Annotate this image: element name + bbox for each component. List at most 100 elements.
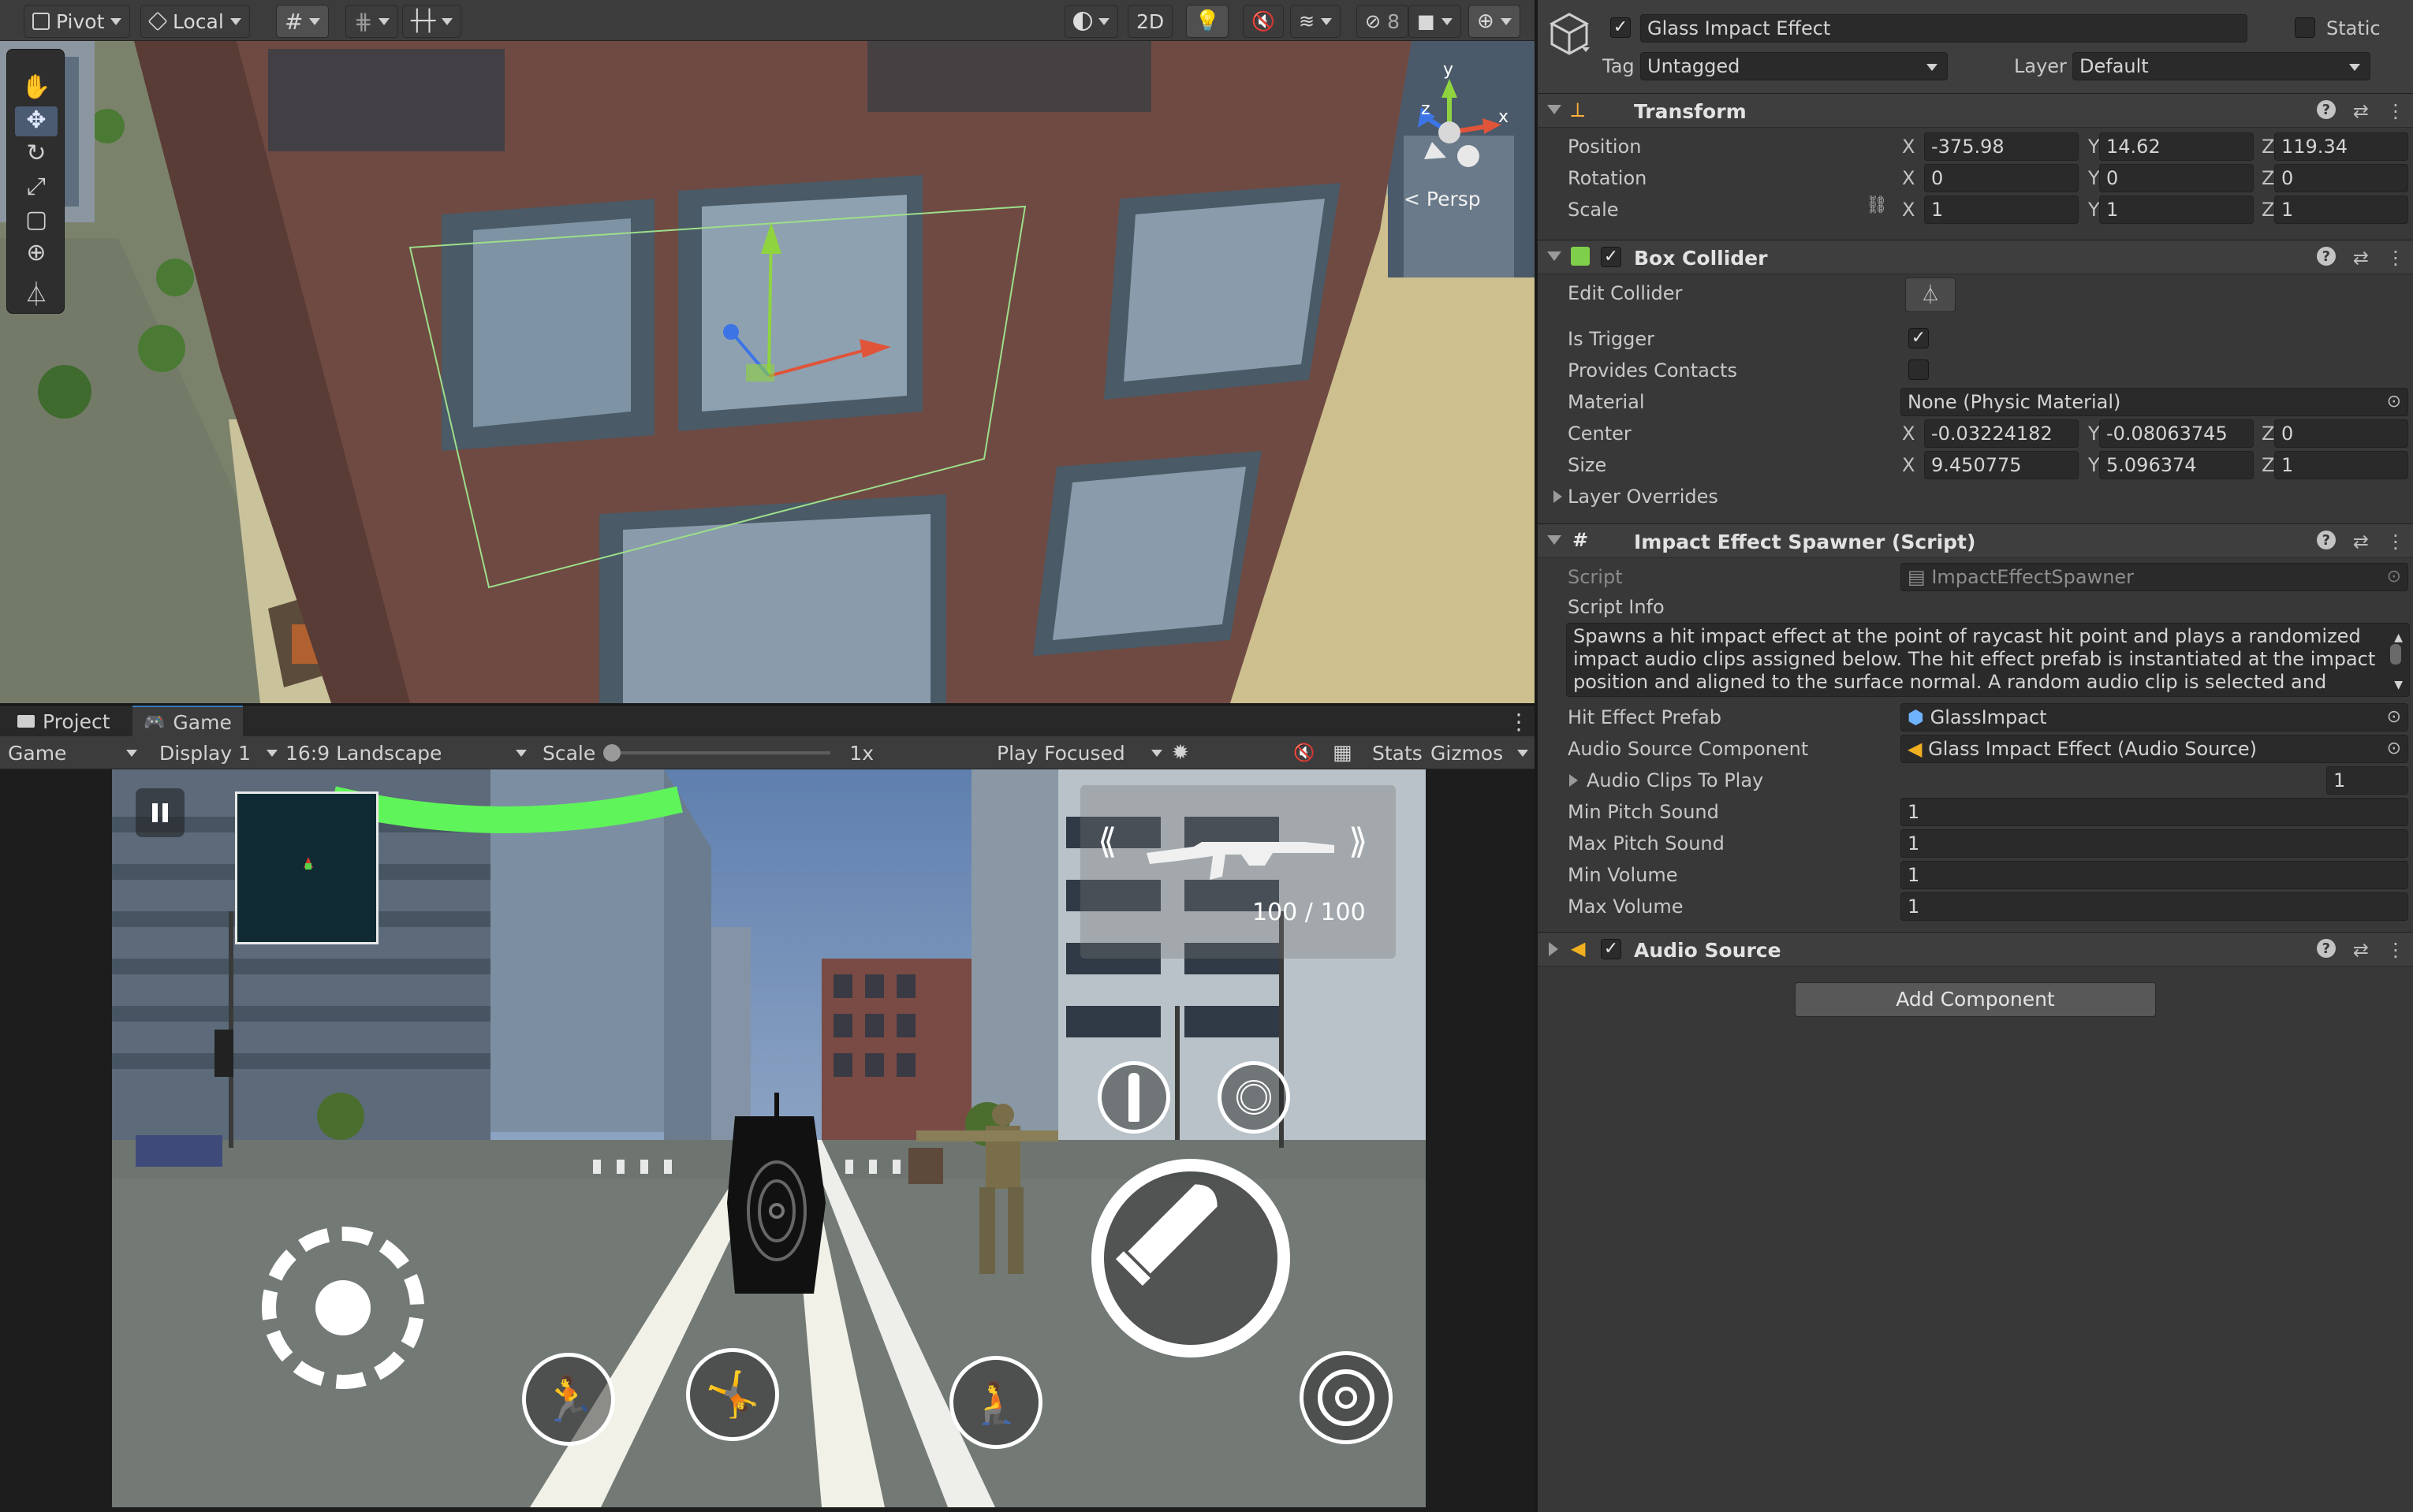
more-options-icon[interactable]: ⋮: [2386, 100, 2405, 122]
gizmos-dropdown[interactable]: ⊕: [1468, 5, 1520, 38]
aim-button[interactable]: [1300, 1351, 1393, 1444]
textarea-scrollbar[interactable]: [2390, 644, 2401, 665]
scale-tool-button[interactable]: ⤢: [15, 173, 58, 203]
more-options-icon[interactable]: ⋮: [2386, 939, 2405, 961]
audio-source-component-field[interactable]: ◀ Glass Impact Effect (Audio Source) ⊙: [1900, 735, 2408, 763]
more-options-icon[interactable]: ⋮: [2386, 531, 2405, 553]
display-dropdown[interactable]: Display 1: [159, 736, 278, 769]
gizmos-dropdown-game[interactable]: Gizmos: [1430, 736, 1528, 769]
ruler-button[interactable]: ┼┼: [402, 5, 462, 38]
persp-label[interactable]: < Persp: [1404, 188, 1481, 210]
scale-slider-handle[interactable]: [603, 744, 621, 762]
frame-debugger-button[interactable]: ✹: [1172, 736, 1189, 769]
position-z-field[interactable]: 119.34: [2274, 132, 2408, 161]
transform-tool-button[interactable]: ⊕: [15, 239, 58, 269]
chevron-right-icon[interactable]: [1549, 942, 1558, 956]
min-pitch-field[interactable]: 1: [1900, 798, 2408, 826]
preset-icon[interactable]: ⇄: [2353, 247, 2369, 269]
2d-toggle[interactable]: 2D: [1128, 5, 1173, 38]
material-field[interactable]: None (Physic Material) ⊙: [1900, 388, 2408, 416]
pivot-dropdown[interactable]: Pivot: [24, 5, 131, 38]
camera-dropdown[interactable]: ■: [1408, 5, 1461, 38]
center-y-field[interactable]: -0.08063745: [2099, 419, 2254, 448]
size-y-field[interactable]: 5.096374: [2099, 451, 2254, 479]
chevron-down-icon[interactable]: [1582, 47, 1590, 52]
help-icon[interactable]: ?: [2316, 247, 2336, 266]
max-volume-field[interactable]: 1: [1900, 892, 2408, 921]
jump-button[interactable]: 🤸: [686, 1348, 779, 1441]
more-options-icon[interactable]: ⋮: [1508, 709, 1530, 735]
chevron-down-icon[interactable]: [1547, 105, 1561, 114]
stats-button[interactable]: Stats: [1372, 736, 1423, 769]
help-icon[interactable]: ?: [2316, 100, 2336, 119]
draw-mode-dropdown[interactable]: [1065, 5, 1118, 38]
local-dropdown[interactable]: Local: [140, 5, 250, 38]
link-icon[interactable]: ⛓: [1866, 196, 1888, 215]
game-view[interactable]: ⟪ ⟫ 100 / 100 🏃 🤸 🧎: [112, 769, 1426, 1507]
prone-button[interactable]: 🧎: [949, 1356, 1042, 1449]
hit-effect-prefab-field[interactable]: ⬢ GlassImpact ⊙: [1900, 703, 2408, 732]
scale-z-field[interactable]: 1: [2274, 196, 2408, 224]
more-options-icon[interactable]: ⋮: [2386, 247, 2405, 269]
tab-project[interactable]: Project: [6, 706, 121, 737]
audio-clips-count-field[interactable]: 1: [2326, 766, 2408, 795]
box-collider-enabled-checkbox[interactable]: ✓: [1601, 247, 1621, 267]
play-mode-dropdown[interactable]: Play Focused: [997, 736, 1162, 769]
center-z-field[interactable]: 0: [2274, 419, 2408, 448]
position-x-field[interactable]: -375.98: [1924, 132, 2079, 161]
rotate-tool-button[interactable]: ↻: [15, 140, 58, 169]
layer-dropdown[interactable]: Default: [2072, 52, 2370, 80]
custom-tool-button[interactable]: ⏃: [15, 275, 58, 309]
audio-toggle[interactable]: 🔇: [1243, 5, 1284, 38]
grid-snap-button[interactable]: #: [276, 5, 330, 38]
static-checkbox[interactable]: [2295, 17, 2315, 38]
increment-snap-button[interactable]: ⋕: [345, 5, 399, 38]
game-view-dropdown[interactable]: Game: [8, 736, 142, 769]
move-tool-button[interactable]: ✥: [15, 106, 58, 136]
preset-icon[interactable]: ⇄: [2353, 100, 2369, 122]
center-x-field[interactable]: -0.03224182: [1924, 419, 2079, 448]
audio-source-enabled-checkbox[interactable]: ✓: [1601, 939, 1621, 959]
hidden-objects-toggle[interactable]: ⊘ 8: [1356, 5, 1409, 38]
chevron-down-icon[interactable]: [1547, 535, 1561, 545]
crouch-button[interactable]: 🏃: [522, 1353, 615, 1446]
active-checkbox[interactable]: ✓: [1610, 17, 1631, 38]
object-name-field[interactable]: Glass Impact Effect: [1640, 14, 2247, 43]
joystick[interactable]: [262, 1227, 424, 1389]
vsync-button[interactable]: ▦: [1333, 736, 1352, 769]
grenade-button[interactable]: [1218, 1061, 1290, 1134]
knife-button[interactable]: [1098, 1061, 1170, 1134]
transform-header[interactable]: ⟂ Transform ? ⇄ ⋮: [1538, 93, 2413, 128]
box-collider-header[interactable]: ✓ Box Collider ? ⇄ ⋮: [1538, 240, 2413, 274]
prev-weapon-button[interactable]: ⟪: [1098, 821, 1117, 862]
mute-audio-button[interactable]: 🔇: [1293, 736, 1315, 769]
chevron-down-icon[interactable]: [1547, 251, 1561, 261]
joystick-knob[interactable]: [315, 1280, 371, 1335]
max-pitch-field[interactable]: 1: [1900, 829, 2408, 858]
aspect-dropdown[interactable]: 16:9 Landscape: [285, 736, 530, 769]
rotation-y-field[interactable]: 0: [2099, 164, 2254, 192]
scale-slider[interactable]: [603, 744, 831, 762]
effects-dropdown[interactable]: ≋: [1290, 5, 1341, 38]
rotation-z-field[interactable]: 0: [2274, 164, 2408, 192]
add-component-button[interactable]: Add Component: [1795, 982, 2156, 1017]
is-trigger-checkbox[interactable]: ✓: [1908, 328, 1929, 348]
preset-icon[interactable]: ⇄: [2353, 939, 2369, 961]
preset-icon[interactable]: ⇄: [2353, 531, 2369, 553]
position-y-field[interactable]: 14.62: [2099, 132, 2254, 161]
next-weapon-button[interactable]: ⟫: [1348, 821, 1367, 862]
audio-source-header[interactable]: ◀ ✓ Audio Source ? ⇄ ⋮: [1538, 932, 2413, 966]
scroll-down-icon[interactable]: ▼: [2394, 674, 2403, 696]
orientation-gizmo[interactable]: y x z < Persp: [1404, 55, 1522, 213]
tag-dropdown[interactable]: Untagged: [1640, 52, 1948, 80]
size-x-field[interactable]: 9.450775: [1924, 451, 2079, 479]
min-volume-field[interactable]: 1: [1900, 861, 2408, 889]
help-icon[interactable]: ?: [2316, 939, 2336, 958]
rotation-x-field[interactable]: 0: [1924, 164, 2079, 192]
size-z-field[interactable]: 1: [2274, 451, 2408, 479]
object-picker-icon[interactable]: ⊙: [2387, 736, 2401, 762]
hand-tool-button[interactable]: ✋: [15, 73, 58, 103]
lighting-toggle[interactable]: 💡: [1186, 5, 1229, 38]
pause-button[interactable]: [136, 788, 185, 837]
edit-collider-button[interactable]: ⏃: [1905, 277, 1956, 312]
